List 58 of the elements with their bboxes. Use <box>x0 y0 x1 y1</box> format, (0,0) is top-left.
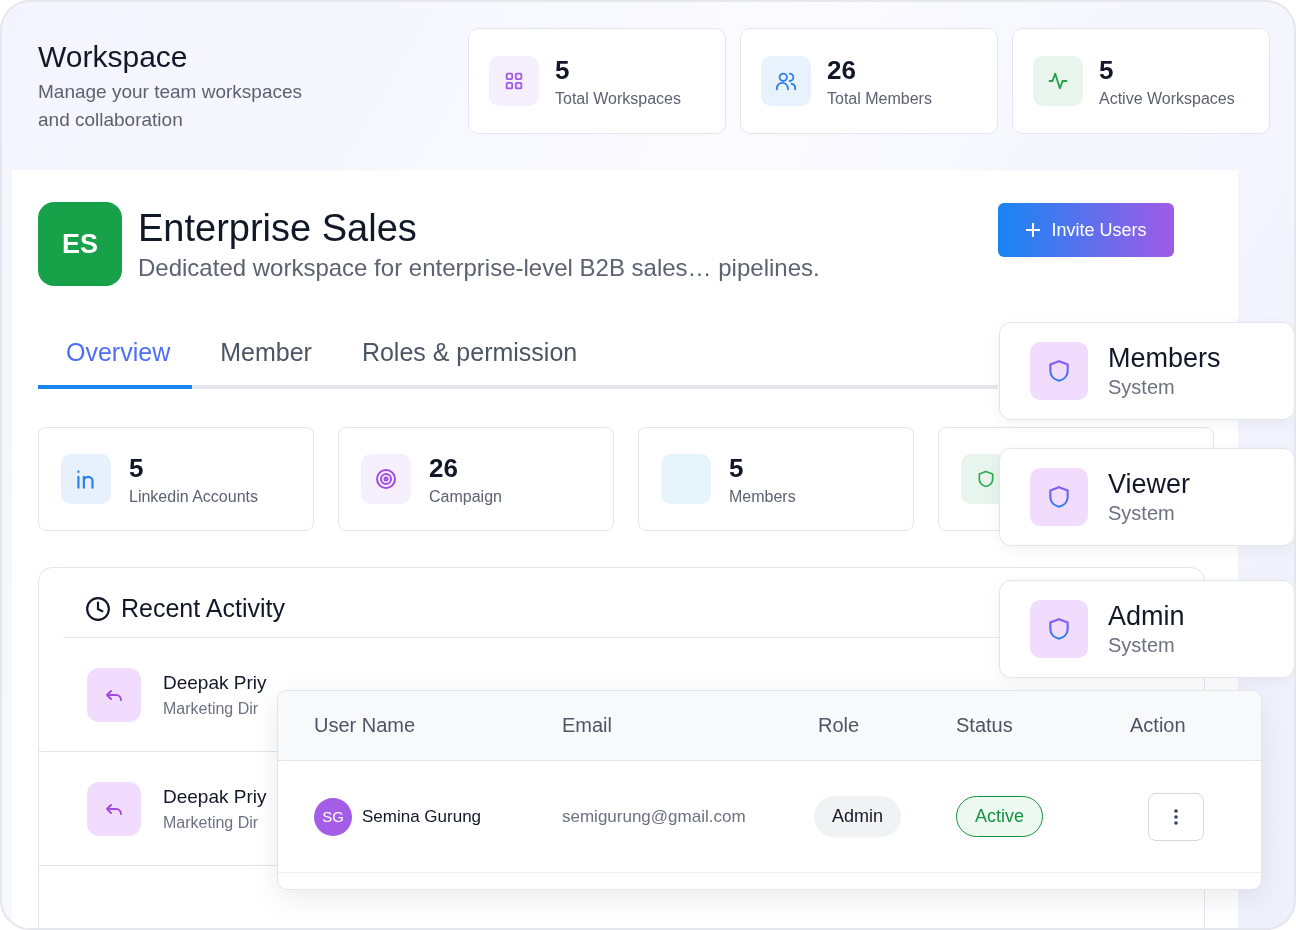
activity-role: Marketing Dir <box>163 699 260 718</box>
stat-value: 5 <box>729 452 745 484</box>
role-type: System <box>1108 376 1176 399</box>
role-name: Members <box>1108 343 1221 374</box>
role-card[interactable]: Viewer System <box>999 448 1294 546</box>
column-header: Email <box>562 714 613 737</box>
grid-icon <box>503 70 525 92</box>
column-header: User Name <box>313 714 417 737</box>
role-name: Admin <box>1108 601 1185 632</box>
stat-value: 26 <box>827 54 857 86</box>
more-actions-button[interactable] <box>1148 792 1204 841</box>
workspace-description: Dedicated workspace for enterprise-level B2B sales… pipelines. <box>138 253 820 282</box>
workspace-badge: ES <box>38 202 122 286</box>
user-name: Semina Gurung <box>362 806 482 827</box>
tab[interactable]: Overview <box>38 338 193 389</box>
stat-label: Total Workspaces <box>555 89 681 108</box>
tab[interactable]: Roles & permission <box>333 338 600 389</box>
role-badge: Admin <box>814 796 902 837</box>
role-type: System <box>1108 502 1176 525</box>
activity-name: Deepak Priy <box>163 671 267 694</box>
stat-label: Members <box>729 487 796 506</box>
column-header: Role <box>817 714 861 737</box>
stat-label: Active Workspaces <box>1099 89 1235 108</box>
stat-value: 26 <box>429 452 459 484</box>
activity-name: Deepak Priy <box>163 785 267 808</box>
shield-icon <box>976 469 996 489</box>
shield-icon <box>1046 484 1072 510</box>
invite-users-button[interactable]: Invite Users <box>998 203 1174 257</box>
shield-icon <box>1046 358 1072 384</box>
activity-role: Marketing Dir <box>163 813 260 832</box>
activity-title: Recent Activity <box>121 594 285 623</box>
kebab-icon <box>1173 807 1179 826</box>
stat-icon-tile <box>661 454 711 504</box>
stat-value: 5 <box>129 452 145 484</box>
role-card[interactable]: Admin System <box>999 580 1294 678</box>
stat-value: 5 <box>555 54 571 86</box>
users-icon <box>775 70 797 92</box>
target-icon <box>374 467 398 491</box>
user-avatar: SG <box>314 797 352 836</box>
column-header: Action <box>1129 714 1187 737</box>
role-type: System <box>1108 634 1176 657</box>
clock-icon <box>85 595 111 622</box>
column-header: Status <box>956 714 1014 737</box>
status-badge: Active <box>956 796 1044 837</box>
plus-icon <box>1025 222 1042 238</box>
role-card[interactable]: Members System <box>999 322 1294 420</box>
stat-label: Campaign <box>429 487 502 506</box>
tab[interactable]: Member <box>192 338 334 389</box>
stat-value: 5 <box>1099 54 1115 86</box>
stat-label: Total Members <box>827 89 932 108</box>
shield-icon <box>1046 616 1072 642</box>
user-email: semigurung@gmail.com <box>562 806 746 826</box>
page-title: Workspace <box>38 40 189 74</box>
pulse-icon <box>1047 70 1069 92</box>
workspace-name: Enterprise Sales <box>138 206 418 250</box>
page-subtitle: Manage your team workspaces and collaboration <box>38 80 303 132</box>
stat-label: Linkedin Accounts <box>129 487 258 506</box>
role-name: Viewer <box>1108 469 1191 500</box>
